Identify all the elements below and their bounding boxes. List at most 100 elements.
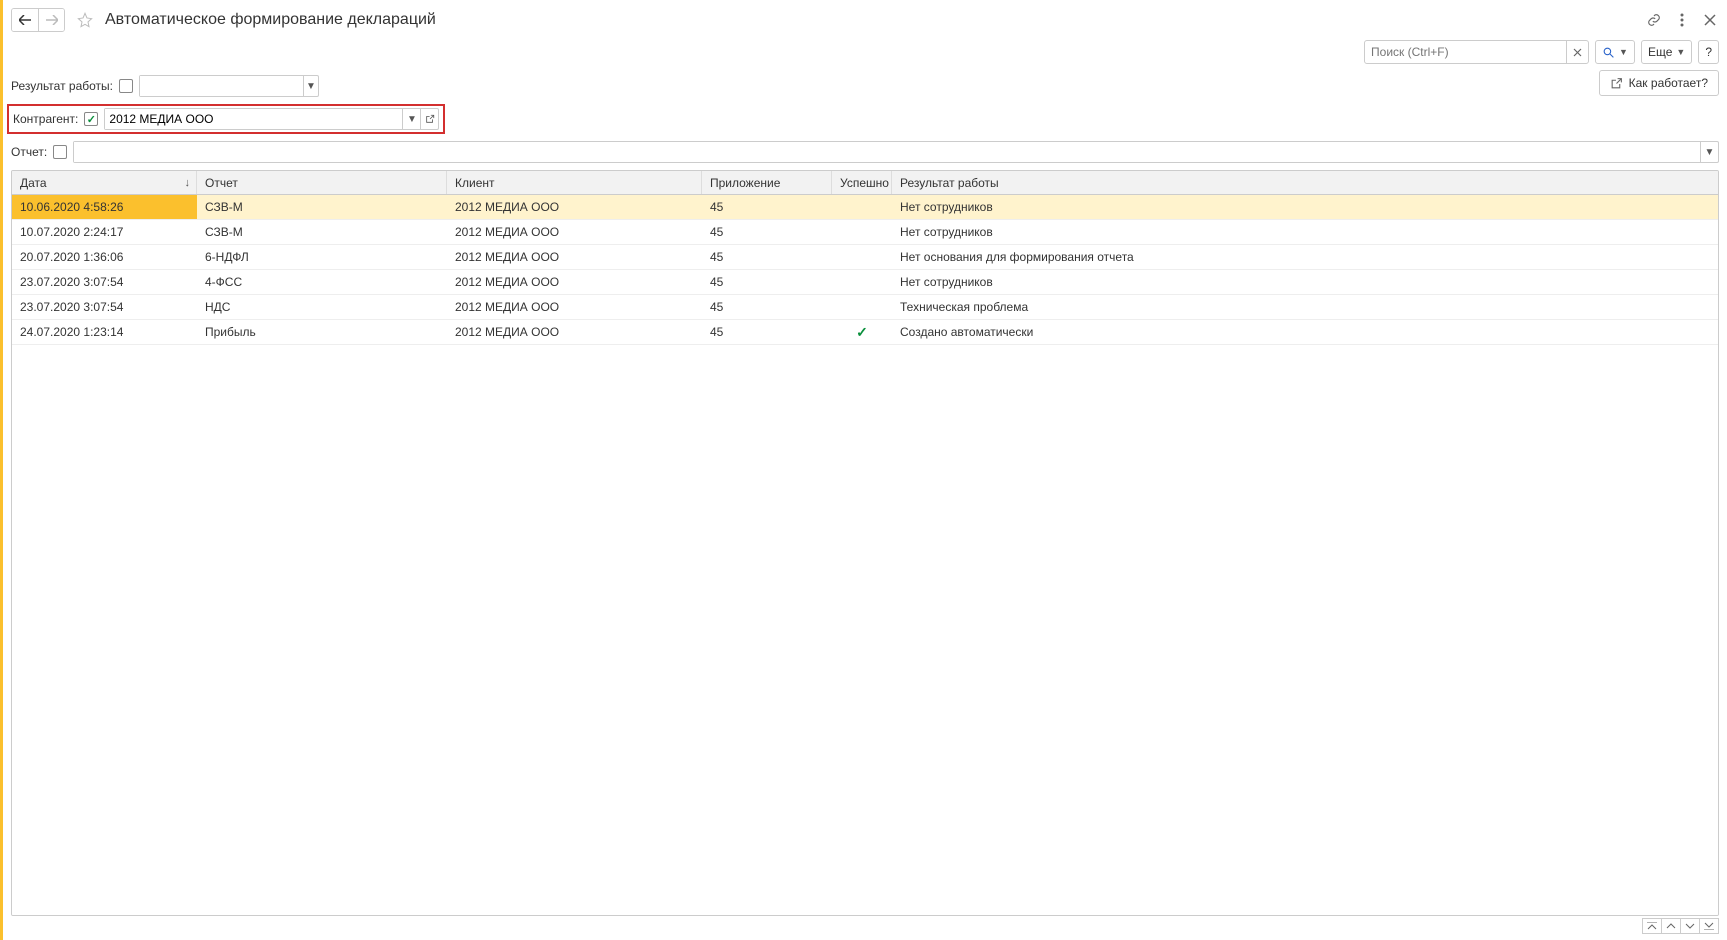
external-icon: [1610, 77, 1623, 90]
filter-contragent-checkbox[interactable]: [84, 112, 98, 126]
page-title: Автоматическое формирование деклараций: [105, 11, 436, 29]
cell-date: 23.07.2020 3:07:54: [12, 270, 197, 294]
cell-result: Создано автоматически: [892, 320, 1718, 344]
col-result-header[interactable]: Результат работы: [892, 171, 1718, 194]
cell-client: 2012 МЕДИА ООО: [447, 270, 702, 294]
filter-result-checkbox[interactable]: [119, 79, 133, 93]
cell-date: 23.07.2020 3:07:54: [12, 295, 197, 319]
cell-ok: [832, 195, 892, 219]
search-input[interactable]: [1365, 41, 1566, 63]
cell-client: 2012 МЕДИА ООО: [447, 220, 702, 244]
down-icon: [1685, 923, 1695, 929]
cell-ok: [832, 245, 892, 269]
menu-button[interactable]: [1673, 11, 1691, 29]
star-icon: [77, 12, 93, 28]
col-app-label: Приложение: [710, 176, 780, 190]
filter-report-input[interactable]: [74, 142, 1700, 162]
cell-ok: [832, 220, 892, 244]
help-label: ?: [1705, 45, 1712, 59]
arrow-left-icon: [19, 15, 31, 25]
filter-panel: Как работает? Результат работы: ▼ Контра…: [11, 74, 1719, 164]
magnifier-icon: [1602, 46, 1615, 59]
col-report-header[interactable]: Отчет: [197, 171, 447, 194]
clear-search-button[interactable]: [1566, 41, 1588, 63]
results-table: Дата ↓ Отчет Клиент Приложение Успешно Р…: [11, 170, 1719, 916]
table-row[interactable]: 23.07.2020 3:07:54НДС2012 МЕДИА ООО45Тех…: [12, 295, 1718, 320]
cell-report: НДС: [197, 295, 447, 319]
filter-report-row: Отчет: ▼: [11, 140, 1719, 164]
up-icon: [1666, 923, 1676, 929]
table-header: Дата ↓ Отчет Клиент Приложение Успешно Р…: [12, 171, 1718, 195]
table-down-button[interactable]: [1680, 918, 1700, 934]
more-button[interactable]: Еще ▼: [1641, 40, 1692, 64]
back-button[interactable]: [12, 9, 38, 31]
cell-app: 45: [702, 320, 832, 344]
double-down-bar-icon: [1704, 922, 1714, 930]
arrow-right-icon: [46, 15, 58, 25]
col-app-header[interactable]: Приложение: [702, 171, 832, 194]
filter-result-label: Результат работы:: [11, 79, 113, 93]
table-up-button[interactable]: [1661, 918, 1681, 934]
filter-contragent-open[interactable]: [420, 109, 438, 129]
table-first-button[interactable]: [1642, 918, 1662, 934]
table-row[interactable]: 24.07.2020 1:23:14Прибыль2012 МЕДИА ООО4…: [12, 320, 1718, 345]
filter-report-dropdown[interactable]: ▼: [1700, 142, 1718, 162]
link-icon: [1647, 13, 1661, 27]
table-body: 10.06.2020 4:58:26СЗВ-М2012 МЕДИА ООО45Н…: [12, 195, 1718, 915]
cell-date: 10.07.2020 2:24:17: [12, 220, 197, 244]
filter-result-input[interactable]: [140, 76, 303, 96]
filter-report-checkbox[interactable]: [53, 145, 67, 159]
how-label: Как работает?: [1629, 76, 1708, 90]
caret-down-icon: ▼: [1676, 47, 1685, 57]
cell-app: 45: [702, 220, 832, 244]
toolbar-row: ▼ Еще ▼ ?: [11, 40, 1719, 64]
cell-app: 45: [702, 245, 832, 269]
table-row[interactable]: 20.07.2020 1:36:066-НДФЛ2012 МЕДИА ООО45…: [12, 245, 1718, 270]
col-result-label: Результат работы: [900, 176, 999, 190]
col-date-label: Дата: [20, 176, 47, 190]
cell-date: 10.06.2020 4:58:26: [12, 195, 197, 219]
cell-date: 24.07.2020 1:23:14: [12, 320, 197, 344]
search-box: [1364, 40, 1589, 64]
forward-button[interactable]: [38, 9, 64, 31]
col-ok-header[interactable]: Успешно: [832, 171, 892, 194]
cell-client: 2012 МЕДИА ООО: [447, 295, 702, 319]
link-button[interactable]: [1645, 11, 1663, 29]
double-up-bar-icon: [1647, 922, 1657, 930]
table-nav-buttons: [11, 918, 1719, 934]
title-actions: [1645, 11, 1719, 29]
col-client-header[interactable]: Клиент: [447, 171, 702, 194]
col-date-header[interactable]: Дата ↓: [12, 171, 197, 194]
how-it-works-button[interactable]: Как работает?: [1599, 70, 1719, 96]
cell-ok: [832, 295, 892, 319]
caret-down-icon: ▼: [1619, 47, 1628, 57]
col-ok-label: Успешно: [840, 176, 889, 190]
table-last-button[interactable]: [1699, 918, 1719, 934]
close-button[interactable]: [1701, 11, 1719, 29]
cell-app: 45: [702, 195, 832, 219]
cell-date: 20.07.2020 1:36:06: [12, 245, 197, 269]
cell-app: 45: [702, 270, 832, 294]
filter-result-row: Результат работы: ▼: [11, 74, 1719, 98]
open-icon: [425, 114, 435, 124]
help-button[interactable]: ?: [1698, 40, 1719, 64]
col-report-label: Отчет: [205, 176, 238, 190]
check-icon: ✓: [856, 324, 868, 341]
cell-report: СЗВ-М: [197, 220, 447, 244]
favorite-button[interactable]: [73, 8, 97, 32]
cell-client: 2012 МЕДИА ООО: [447, 320, 702, 344]
table-row[interactable]: 10.07.2020 2:24:17СЗВ-М2012 МЕДИА ООО45 Н…: [12, 220, 1718, 245]
filter-result-combo: ▼: [139, 75, 319, 97]
table-row[interactable]: 23.07.2020 3:07:544-ФСС2012 МЕДИА ООО45Н…: [12, 270, 1718, 295]
filter-result-dropdown[interactable]: ▼: [303, 76, 318, 96]
sort-asc-icon: ↓: [185, 177, 191, 189]
title-bar: Автоматическое формирование деклараций: [11, 6, 1719, 34]
filter-contragent-input[interactable]: [105, 109, 402, 129]
more-label: Еще: [1648, 45, 1672, 59]
cell-result: Нет сотрудников: [892, 220, 1718, 244]
cell-report: СЗВ-М: [197, 195, 447, 219]
search-mode-button[interactable]: ▼: [1595, 40, 1635, 64]
col-client-label: Клиент: [455, 176, 495, 190]
filter-contragent-dropdown[interactable]: ▼: [402, 109, 420, 129]
table-row[interactable]: 10.06.2020 4:58:26СЗВ-М2012 МЕДИА ООО45Н…: [12, 195, 1718, 220]
